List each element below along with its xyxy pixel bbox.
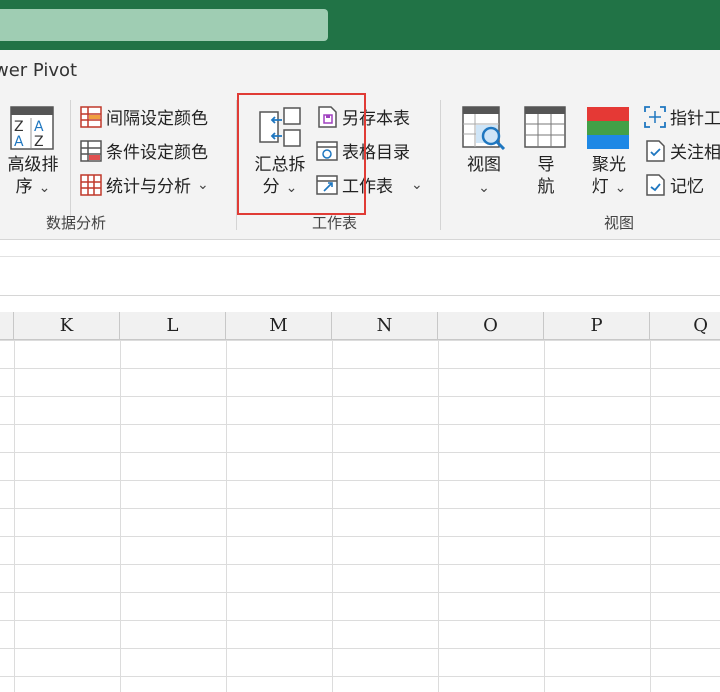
group-divider (440, 100, 441, 230)
column-header-p[interactable]: P (544, 312, 650, 340)
column-header-l[interactable]: L (120, 312, 226, 340)
grid-line (120, 340, 121, 692)
svg-text:A: A (14, 134, 24, 150)
grid-line (438, 340, 439, 692)
memory-button[interactable]: 记忆 (644, 172, 704, 197)
view-label: 视图 ⌄ (467, 155, 501, 196)
column-header-n[interactable]: N (332, 312, 438, 340)
ribbon-tab-strip (0, 50, 720, 92)
svg-text:Z: Z (34, 134, 44, 150)
navigation-icon (524, 106, 566, 148)
svg-text:Z: Z (14, 119, 24, 135)
navigation-label: 导 航 (537, 155, 555, 197)
column-header-o[interactable]: O (438, 312, 544, 340)
chevron-down-icon: ⌄ (197, 176, 209, 193)
grid-line (226, 340, 227, 692)
title-bar (0, 0, 720, 50)
tab-power-pivot[interactable]: wer Pivot (0, 60, 77, 81)
title-search-box[interactable] (0, 9, 328, 41)
spotlight-icon (587, 107, 629, 149)
view-icon (462, 106, 506, 150)
cell-grid[interactable] (0, 340, 720, 692)
chevron-down-icon: ⌄ (38, 180, 51, 196)
advanced-sort-label: 高级排 序 ⌄ (7, 155, 59, 197)
group-label-data-analysis: 数据分析 (46, 214, 107, 232)
chevron-down-icon: ⌄ (411, 176, 423, 193)
follow-icon (646, 139, 665, 162)
grid-line (332, 340, 333, 692)
group-label-view: 视图 (604, 214, 635, 232)
chevron-down-icon: ⌄ (614, 180, 627, 196)
column-header-partial[interactable] (0, 312, 14, 340)
svg-text:A: A (34, 119, 44, 135)
chevron-down-icon: ⌄ (478, 180, 490, 196)
group-label-worksheet: 工作表 (312, 214, 358, 232)
interval-color-icon (80, 105, 102, 128)
advanced-sort-icon: Z A A Z (10, 106, 54, 150)
condition-color-icon (80, 139, 102, 162)
highlight-box (237, 93, 366, 215)
memory-icon (646, 173, 665, 196)
group-divider (70, 100, 71, 230)
spotlight-label: 聚光 灯 ⌄ (591, 155, 627, 197)
statistics-analysis-button[interactable]: 统计与分析 ⌄ (80, 172, 209, 197)
pointer-tool-icon (644, 105, 666, 128)
column-header-m[interactable]: M (226, 312, 332, 340)
column-header-q[interactable]: Q (650, 312, 720, 340)
grid-line (14, 340, 15, 692)
formula-bar[interactable] (0, 256, 720, 296)
grid-line (650, 340, 651, 692)
condition-color-button[interactable]: 条件设定颜色 (80, 138, 208, 163)
pointer-tool-button[interactable]: 指针工 (644, 104, 720, 129)
statistics-icon (80, 173, 102, 196)
column-header-k[interactable]: K (14, 312, 120, 340)
interval-color-button[interactable]: 间隔设定颜色 (80, 104, 208, 129)
follow-button[interactable]: 关注相 (644, 138, 720, 163)
ribbon-gap (0, 240, 720, 256)
grid-line (544, 340, 545, 692)
